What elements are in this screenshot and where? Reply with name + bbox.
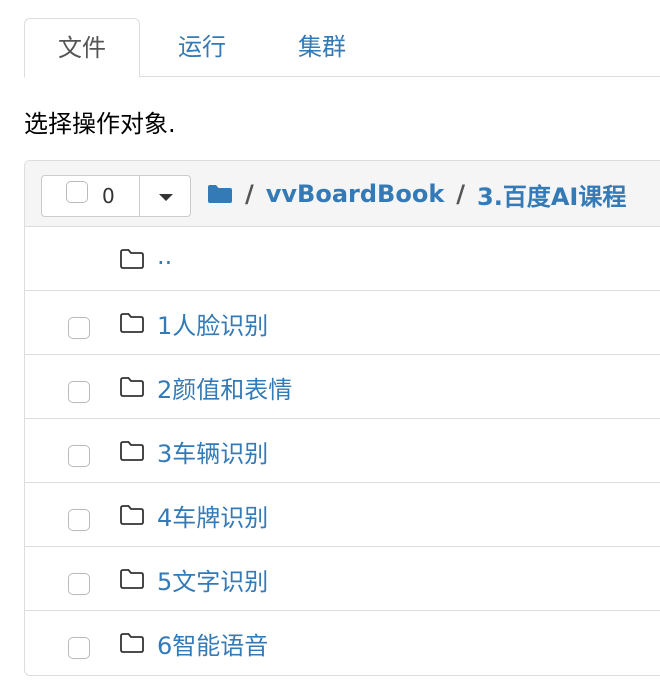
select-menu-toggle[interactable]: [140, 176, 190, 216]
folder-icon: [120, 249, 144, 269]
row-checkbox[interactable]: [68, 509, 90, 531]
folder-icon: [120, 633, 144, 653]
folder-icon: [120, 313, 144, 333]
breadcrumb-link-baidu-ai-course[interactable]: 3.百度AI课程: [477, 177, 626, 212]
row-checkbox[interactable]: [68, 381, 90, 403]
folder-home-icon[interactable]: [207, 184, 233, 204]
file-list-header: 0 / vvBoardBook / 3.百度AI课程: [25, 161, 660, 227]
breadcrumb-link-vvboardbook[interactable]: vvBoardBook: [266, 180, 445, 208]
instruction-text: 选择操作对象.: [24, 110, 176, 138]
breadcrumb-separator: /: [245, 180, 254, 208]
folder-icon: [120, 441, 144, 461]
list-item: 3车辆识别: [25, 419, 660, 483]
row-checkbox[interactable]: [68, 317, 90, 339]
list-item: 5文字识别: [25, 547, 660, 611]
folder-icon: [120, 505, 144, 525]
selected-count: 0: [102, 184, 115, 208]
list-item: 1人脸识别: [25, 291, 660, 355]
caret-down-icon: [159, 194, 173, 201]
folder-icon: [120, 377, 144, 397]
breadcrumb-separator: /: [456, 180, 466, 208]
list-item: 2颜值和表情: [25, 355, 660, 419]
list-item-parent-dir: ..: [25, 227, 660, 291]
file-list-panel: 0 / vvBoardBook / 3.百度AI课程 .. 1人脸识别 2颜值和…: [24, 160, 660, 676]
select-all-checkbox[interactable]: [66, 181, 88, 203]
folder-link[interactable]: ..: [157, 242, 172, 270]
select-all-button[interactable]: 0: [42, 176, 140, 216]
folder-link[interactable]: 1人脸识别: [157, 306, 268, 341]
breadcrumb: / vvBoardBook / 3.百度AI课程: [207, 177, 638, 211]
tab-running[interactable]: 运行: [150, 18, 254, 76]
tab-files[interactable]: 文件: [24, 18, 140, 78]
folder-icon: [120, 569, 144, 589]
tab-bar: 文件 运行 集群: [0, 0, 660, 78]
row-checkbox[interactable]: [68, 637, 90, 659]
folder-link[interactable]: 2颜值和表情: [157, 370, 292, 405]
list-item: 4车牌识别: [25, 483, 660, 547]
folder-link[interactable]: 6智能语音: [157, 626, 268, 661]
folder-link[interactable]: 4车牌识别: [157, 498, 268, 533]
select-all-dropdown: 0: [41, 175, 191, 217]
row-checkbox[interactable]: [68, 445, 90, 467]
folder-link[interactable]: 3车辆识别: [157, 434, 268, 469]
tab-clusters[interactable]: 集群: [270, 18, 374, 76]
row-checkbox[interactable]: [68, 573, 90, 595]
folder-link[interactable]: 5文字识别: [157, 562, 268, 597]
list-item: 6智能语音: [25, 611, 660, 675]
